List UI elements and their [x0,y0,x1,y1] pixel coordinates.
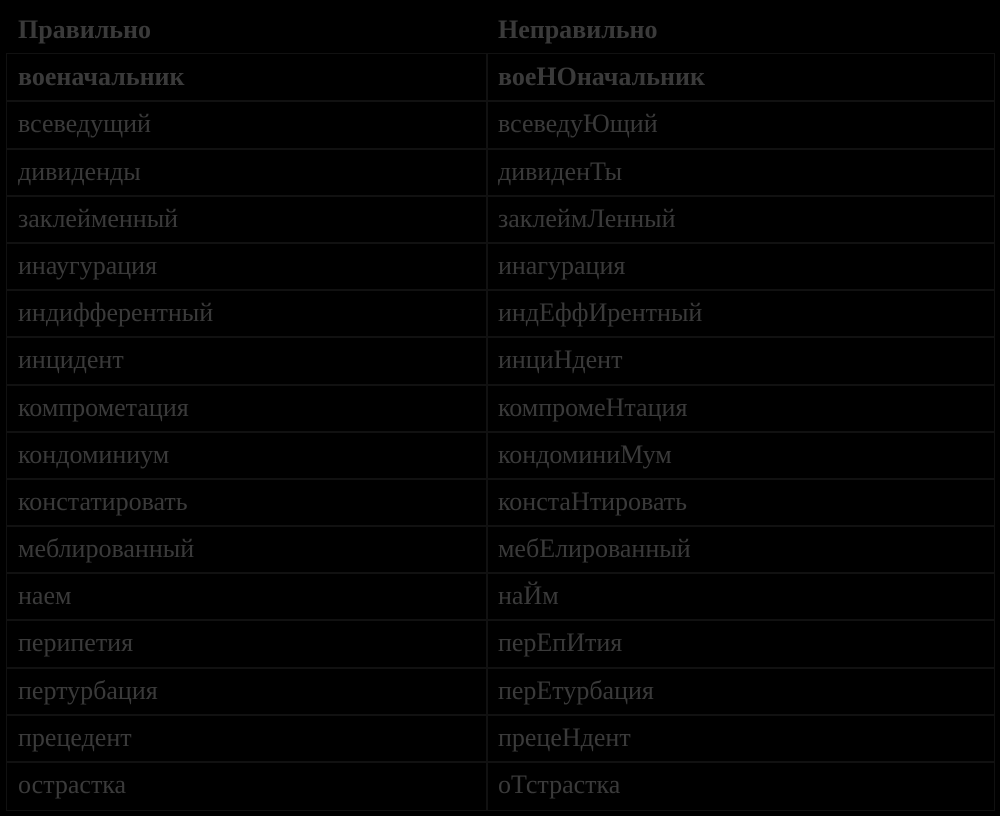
table-row: меблированныймебЕлированный [7,526,994,573]
cell-correct: индифферентный [7,290,487,337]
table-row: инцидентинциНдент [7,337,994,384]
cell-incorrect: инциНдент [487,337,994,384]
header-incorrect: Неправильно [487,7,994,55]
cell-correct: прецедент [7,715,487,762]
cell-incorrect: заклеймЛенный [487,196,994,243]
cell-correct: инаугурация [7,243,487,290]
cell-correct: наем [7,573,487,620]
table-row: наемнаЙм [7,573,994,620]
cell-correct: пертурбация [7,668,487,715]
cell-correct: меблированный [7,526,487,573]
table-header-row: Правильно Неправильно [7,7,994,55]
cell-correct: дивиденды [7,149,487,196]
table-row: индифферентныйиндЕффИрентный [7,290,994,337]
table-row: кондоминиумкондоминиМум [7,432,994,479]
cell-correct: заклейменный [7,196,487,243]
cell-correct: острастка [7,762,487,810]
table-row: перипетияперЕпИтия [7,620,994,667]
cell-incorrect: констаНтировать [487,479,994,526]
cell-correct: военачальник [7,54,487,101]
cell-incorrect: кондоминиМум [487,432,994,479]
cell-incorrect: индЕффИрентный [487,290,994,337]
table-row: острасткаоТстрастка [7,762,994,810]
table-row: дивидендыдивиденТы [7,149,994,196]
cell-incorrect: воеНОначальник [487,54,994,101]
cell-correct: инцидент [7,337,487,384]
table-row: констатироватьконстаНтировать [7,479,994,526]
table-row: военачальниквоеНОначальник [7,54,994,101]
cell-correct: констатировать [7,479,487,526]
table-row: инаугурацияинагурация [7,243,994,290]
spelling-table: Правильно Неправильно военачальниквоеНОн… [5,5,995,811]
cell-incorrect: мебЕлированный [487,526,994,573]
cell-incorrect: перЕпИтия [487,620,994,667]
cell-incorrect: дивиденТы [487,149,994,196]
cell-correct: компрометация [7,385,487,432]
cell-incorrect: всеведуЮщий [487,101,994,148]
table-row: компрометациякомпромеНтация [7,385,994,432]
cell-incorrect: компромеНтация [487,385,994,432]
cell-correct: кондоминиум [7,432,487,479]
cell-incorrect: инагурация [487,243,994,290]
cell-incorrect: прецеНдент [487,715,994,762]
table-row: прецедентпрецеНдент [7,715,994,762]
table-row: всеведущийвсеведуЮщий [7,101,994,148]
header-correct: Правильно [7,7,487,55]
table-row: заклейменныйзаклеймЛенный [7,196,994,243]
cell-correct: всеведущий [7,101,487,148]
cell-incorrect: оТстрастка [487,762,994,810]
cell-incorrect: перЕтурбация [487,668,994,715]
cell-incorrect: наЙм [487,573,994,620]
table-row: пертурбацияперЕтурбация [7,668,994,715]
cell-correct: перипетия [7,620,487,667]
